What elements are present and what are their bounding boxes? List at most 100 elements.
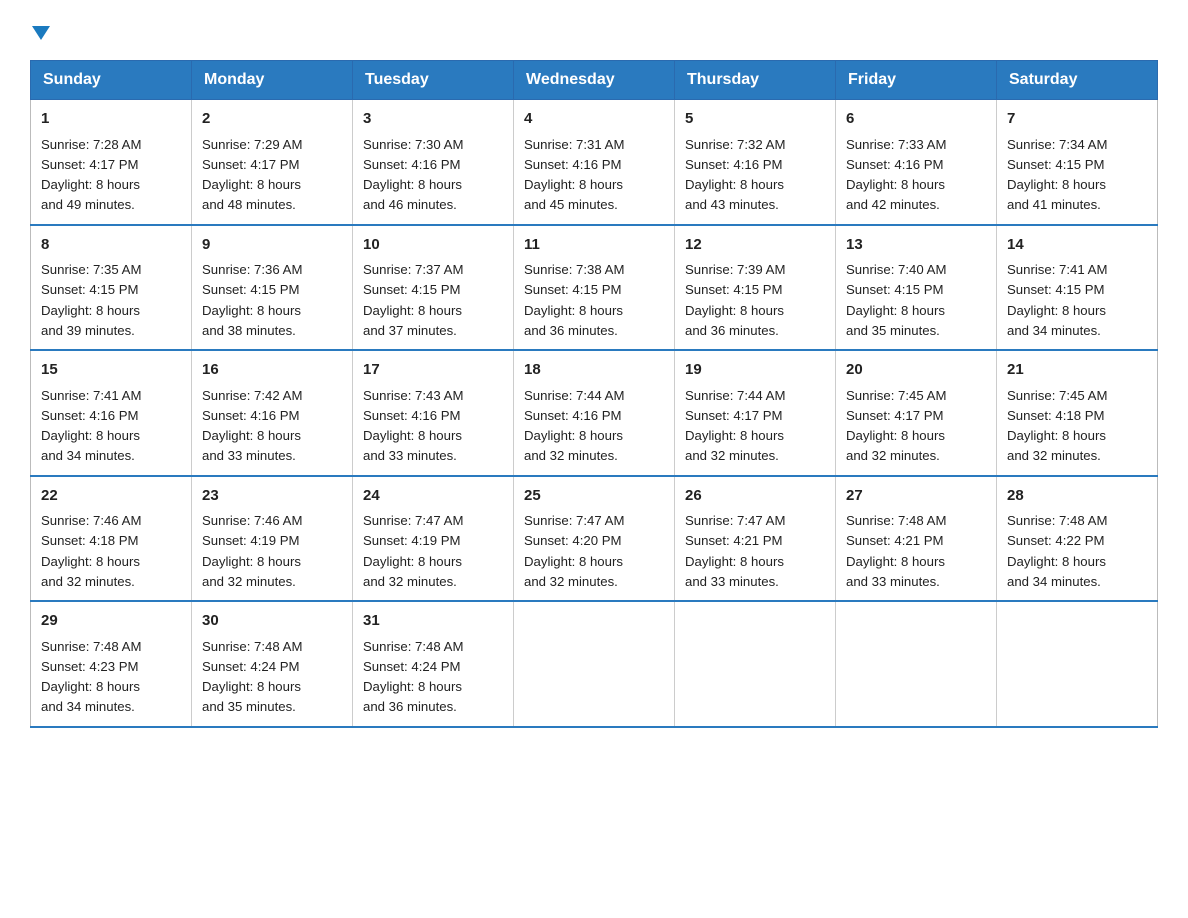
calendar-cell: 17Sunrise: 7:43 AMSunset: 4:16 PMDayligh… (353, 350, 514, 476)
day-daylight: Daylight: 8 hours (41, 428, 140, 443)
day-sunset: Sunset: 4:16 PM (363, 408, 461, 423)
day-daylight: Daylight: 8 hours (685, 428, 784, 443)
day-sunset: Sunset: 4:19 PM (363, 533, 461, 548)
calendar-cell: 25Sunrise: 7:47 AMSunset: 4:20 PMDayligh… (514, 476, 675, 602)
day-sunrise: Sunrise: 7:36 AM (202, 262, 302, 277)
day-sunset: Sunset: 4:17 PM (202, 157, 300, 172)
day-header-monday: Monday (192, 61, 353, 100)
day-sunset: Sunset: 4:16 PM (202, 408, 300, 423)
calendar-cell: 12Sunrise: 7:39 AMSunset: 4:15 PMDayligh… (675, 225, 836, 351)
day-sunrise: Sunrise: 7:31 AM (524, 137, 624, 152)
logo-triangle-icon (32, 26, 50, 40)
day-daylight2: and 41 minutes. (1007, 197, 1101, 212)
day-daylight2: and 33 minutes. (685, 574, 779, 589)
day-number: 2 (202, 108, 342, 131)
day-daylight2: and 45 minutes. (524, 197, 618, 212)
day-daylight: Daylight: 8 hours (685, 554, 784, 569)
day-sunrise: Sunrise: 7:41 AM (1007, 262, 1107, 277)
day-number: 1 (41, 108, 181, 131)
day-sunrise: Sunrise: 7:42 AM (202, 388, 302, 403)
day-daylight: Daylight: 8 hours (524, 554, 623, 569)
day-sunrise: Sunrise: 7:43 AM (363, 388, 463, 403)
day-sunrise: Sunrise: 7:44 AM (685, 388, 785, 403)
calendar-cell: 5Sunrise: 7:32 AMSunset: 4:16 PMDaylight… (675, 100, 836, 225)
day-number: 9 (202, 234, 342, 257)
day-daylight: Daylight: 8 hours (846, 554, 945, 569)
day-sunrise: Sunrise: 7:45 AM (1007, 388, 1107, 403)
day-daylight2: and 46 minutes. (363, 197, 457, 212)
day-sunrise: Sunrise: 7:48 AM (202, 639, 302, 654)
day-daylight2: and 33 minutes. (363, 448, 457, 463)
day-number: 18 (524, 359, 664, 382)
calendar-cell (997, 601, 1158, 727)
day-header-row: SundayMondayTuesdayWednesdayThursdayFrid… (31, 61, 1158, 100)
day-daylight2: and 34 minutes. (41, 699, 135, 714)
week-row-1: 8Sunrise: 7:35 AMSunset: 4:15 PMDaylight… (31, 225, 1158, 351)
day-sunrise: Sunrise: 7:39 AM (685, 262, 785, 277)
day-daylight: Daylight: 8 hours (202, 554, 301, 569)
day-daylight: Daylight: 8 hours (524, 177, 623, 192)
logo (30, 20, 50, 40)
day-header-saturday: Saturday (997, 61, 1158, 100)
day-daylight2: and 32 minutes. (41, 574, 135, 589)
day-sunrise: Sunrise: 7:47 AM (685, 513, 785, 528)
day-sunrise: Sunrise: 7:45 AM (846, 388, 946, 403)
calendar-cell: 29Sunrise: 7:48 AMSunset: 4:23 PMDayligh… (31, 601, 192, 727)
day-sunset: Sunset: 4:18 PM (1007, 408, 1105, 423)
calendar-cell: 20Sunrise: 7:45 AMSunset: 4:17 PMDayligh… (836, 350, 997, 476)
day-daylight2: and 32 minutes. (685, 448, 779, 463)
day-sunrise: Sunrise: 7:40 AM (846, 262, 946, 277)
day-number: 12 (685, 234, 825, 257)
day-sunrise: Sunrise: 7:48 AM (846, 513, 946, 528)
day-header-sunday: Sunday (31, 61, 192, 100)
day-number: 22 (41, 485, 181, 508)
day-sunset: Sunset: 4:22 PM (1007, 533, 1105, 548)
day-sunrise: Sunrise: 7:47 AM (363, 513, 463, 528)
calendar-cell: 28Sunrise: 7:48 AMSunset: 4:22 PMDayligh… (997, 476, 1158, 602)
day-daylight2: and 32 minutes. (524, 574, 618, 589)
day-number: 21 (1007, 359, 1147, 382)
day-number: 5 (685, 108, 825, 131)
day-daylight2: and 35 minutes. (202, 699, 296, 714)
day-sunset: Sunset: 4:16 PM (363, 157, 461, 172)
day-sunset: Sunset: 4:17 PM (41, 157, 139, 172)
day-daylight2: and 39 minutes. (41, 323, 135, 338)
day-number: 14 (1007, 234, 1147, 257)
day-sunset: Sunset: 4:16 PM (41, 408, 139, 423)
day-sunrise: Sunrise: 7:37 AM (363, 262, 463, 277)
day-sunset: Sunset: 4:16 PM (846, 157, 944, 172)
day-daylight: Daylight: 8 hours (524, 303, 623, 318)
day-daylight2: and 32 minutes. (202, 574, 296, 589)
day-daylight2: and 34 minutes. (1007, 574, 1101, 589)
day-number: 30 (202, 610, 342, 633)
day-daylight2: and 32 minutes. (1007, 448, 1101, 463)
day-number: 6 (846, 108, 986, 131)
day-daylight: Daylight: 8 hours (41, 177, 140, 192)
day-daylight2: and 34 minutes. (1007, 323, 1101, 338)
calendar-cell: 4Sunrise: 7:31 AMSunset: 4:16 PMDaylight… (514, 100, 675, 225)
day-number: 4 (524, 108, 664, 131)
day-daylight2: and 34 minutes. (41, 448, 135, 463)
day-daylight2: and 35 minutes. (846, 323, 940, 338)
calendar-cell: 6Sunrise: 7:33 AMSunset: 4:16 PMDaylight… (836, 100, 997, 225)
week-row-3: 22Sunrise: 7:46 AMSunset: 4:18 PMDayligh… (31, 476, 1158, 602)
day-daylight2: and 43 minutes. (685, 197, 779, 212)
week-row-4: 29Sunrise: 7:48 AMSunset: 4:23 PMDayligh… (31, 601, 1158, 727)
day-daylight: Daylight: 8 hours (363, 303, 462, 318)
calendar-table: SundayMondayTuesdayWednesdayThursdayFrid… (30, 60, 1158, 728)
calendar-cell: 14Sunrise: 7:41 AMSunset: 4:15 PMDayligh… (997, 225, 1158, 351)
calendar-cell: 9Sunrise: 7:36 AMSunset: 4:15 PMDaylight… (192, 225, 353, 351)
day-daylight: Daylight: 8 hours (41, 679, 140, 694)
day-sunset: Sunset: 4:15 PM (685, 282, 783, 297)
day-sunset: Sunset: 4:15 PM (1007, 282, 1105, 297)
day-daylight: Daylight: 8 hours (202, 303, 301, 318)
day-sunset: Sunset: 4:21 PM (846, 533, 944, 548)
calendar-cell: 18Sunrise: 7:44 AMSunset: 4:16 PMDayligh… (514, 350, 675, 476)
day-daylight: Daylight: 8 hours (846, 428, 945, 443)
day-number: 16 (202, 359, 342, 382)
calendar-cell (675, 601, 836, 727)
day-sunset: Sunset: 4:15 PM (846, 282, 944, 297)
calendar-cell: 11Sunrise: 7:38 AMSunset: 4:15 PMDayligh… (514, 225, 675, 351)
day-number: 10 (363, 234, 503, 257)
day-daylight: Daylight: 8 hours (846, 303, 945, 318)
